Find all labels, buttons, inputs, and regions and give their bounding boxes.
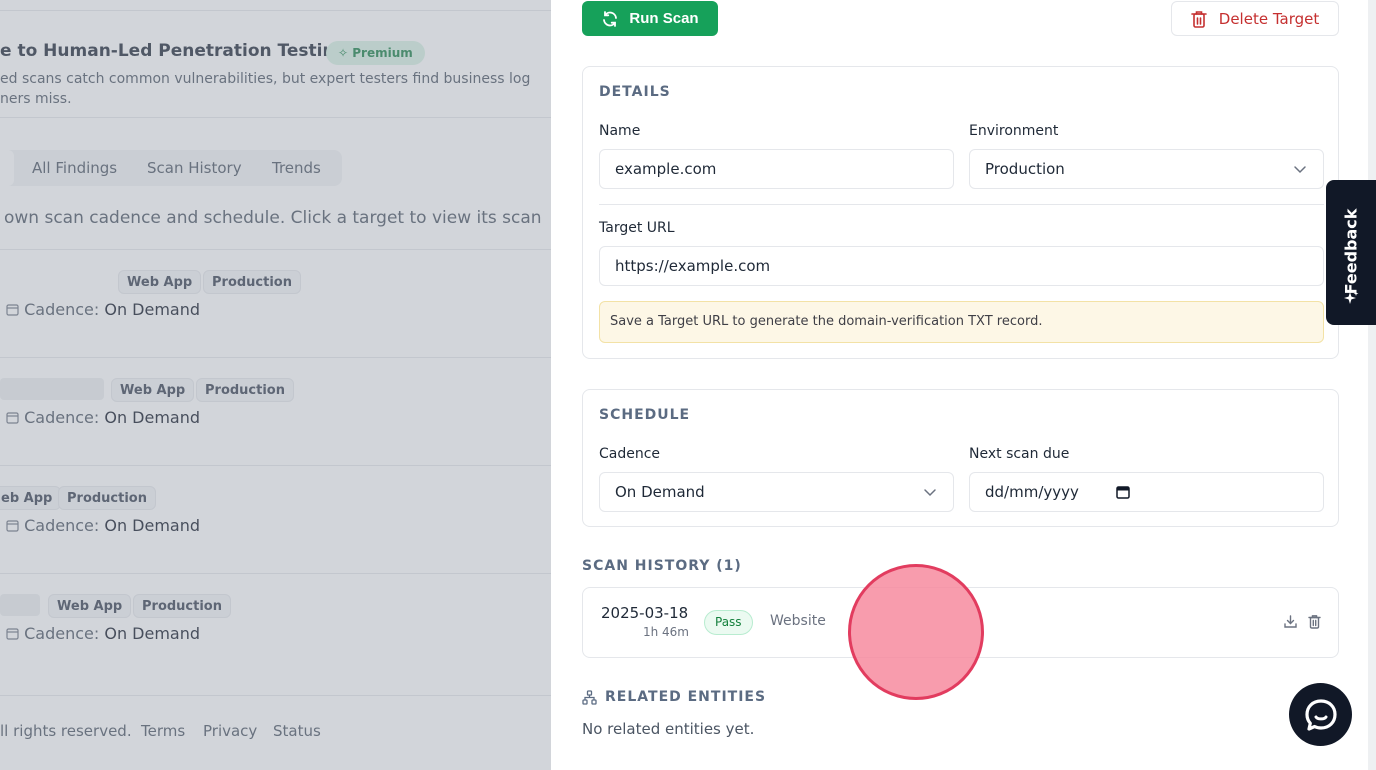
next-scan-date-input[interactable]: dd/mm/yyyy bbox=[969, 472, 1324, 512]
name-label: Name bbox=[599, 123, 641, 139]
related-entities-title: RELATED ENTITIES bbox=[582, 689, 766, 705]
scan-result-badge: Pass bbox=[704, 610, 753, 635]
scan-duration: 1h 46m bbox=[642, 625, 689, 639]
chevron-down-icon bbox=[924, 489, 936, 497]
schedule-section-title: SCHEDULE bbox=[599, 407, 691, 423]
schedule-card: SCHEDULE Cadence Next scan due On Demand… bbox=[582, 389, 1339, 527]
target-url-label: Target URL bbox=[599, 220, 675, 236]
trash-icon bbox=[1190, 10, 1207, 28]
cadence-value: On Demand bbox=[615, 483, 705, 501]
environment-select[interactable]: Production bbox=[969, 149, 1324, 189]
feedback-label: Feedback bbox=[1341, 208, 1361, 294]
name-input[interactable]: example.com bbox=[599, 149, 954, 189]
refresh-icon bbox=[603, 10, 618, 27]
target-url-input[interactable]: https://example.com bbox=[599, 246, 1324, 286]
scan-history-title: SCAN HISTORY (1) bbox=[582, 558, 742, 574]
cadence-label: Cadence bbox=[599, 446, 661, 462]
details-section-title: DETAILS bbox=[599, 84, 671, 100]
feedback-tab[interactable]: Feedback bbox=[1326, 180, 1376, 325]
delete-target-label: Delete Target bbox=[1218, 9, 1320, 28]
modal-backdrop[interactable] bbox=[0, 0, 551, 770]
cadence-select[interactable]: On Demand bbox=[599, 472, 954, 512]
download-icon[interactable] bbox=[1283, 614, 1298, 629]
scan-type: Website bbox=[770, 613, 826, 629]
run-scan-label: Run Scan bbox=[629, 10, 699, 27]
sparkle-icon bbox=[1344, 291, 1359, 304]
details-divider bbox=[599, 204, 1324, 205]
chevron-down-icon bbox=[1294, 166, 1306, 174]
delete-target-button[interactable]: Delete Target bbox=[1171, 1, 1339, 36]
calendar-icon[interactable] bbox=[1116, 485, 1130, 499]
click-indicator bbox=[848, 564, 984, 700]
drawer-scrollbar[interactable] bbox=[1368, 0, 1376, 770]
environment-value: Production bbox=[985, 160, 1065, 178]
details-card: DETAILS Name Environment example.com Pro… bbox=[582, 66, 1339, 359]
trash-icon[interactable] bbox=[1308, 614, 1321, 629]
related-entities-label: RELATED ENTITIES bbox=[605, 689, 767, 705]
chat-icon bbox=[1304, 698, 1337, 731]
environment-label: Environment bbox=[969, 123, 1059, 139]
run-scan-button[interactable]: Run Scan bbox=[582, 1, 718, 36]
related-entities-empty: No related entities yet. bbox=[582, 720, 755, 738]
date-placeholder: dd/mm/yyyy bbox=[985, 483, 1079, 501]
scan-date: 2025-03-18 bbox=[601, 604, 689, 622]
chat-launcher-button[interactable] bbox=[1289, 683, 1352, 746]
next-scan-label: Next scan due bbox=[969, 446, 1070, 462]
verification-notice: Save a Target URL to generate the domain… bbox=[599, 301, 1324, 343]
sitemap-icon bbox=[582, 689, 597, 705]
